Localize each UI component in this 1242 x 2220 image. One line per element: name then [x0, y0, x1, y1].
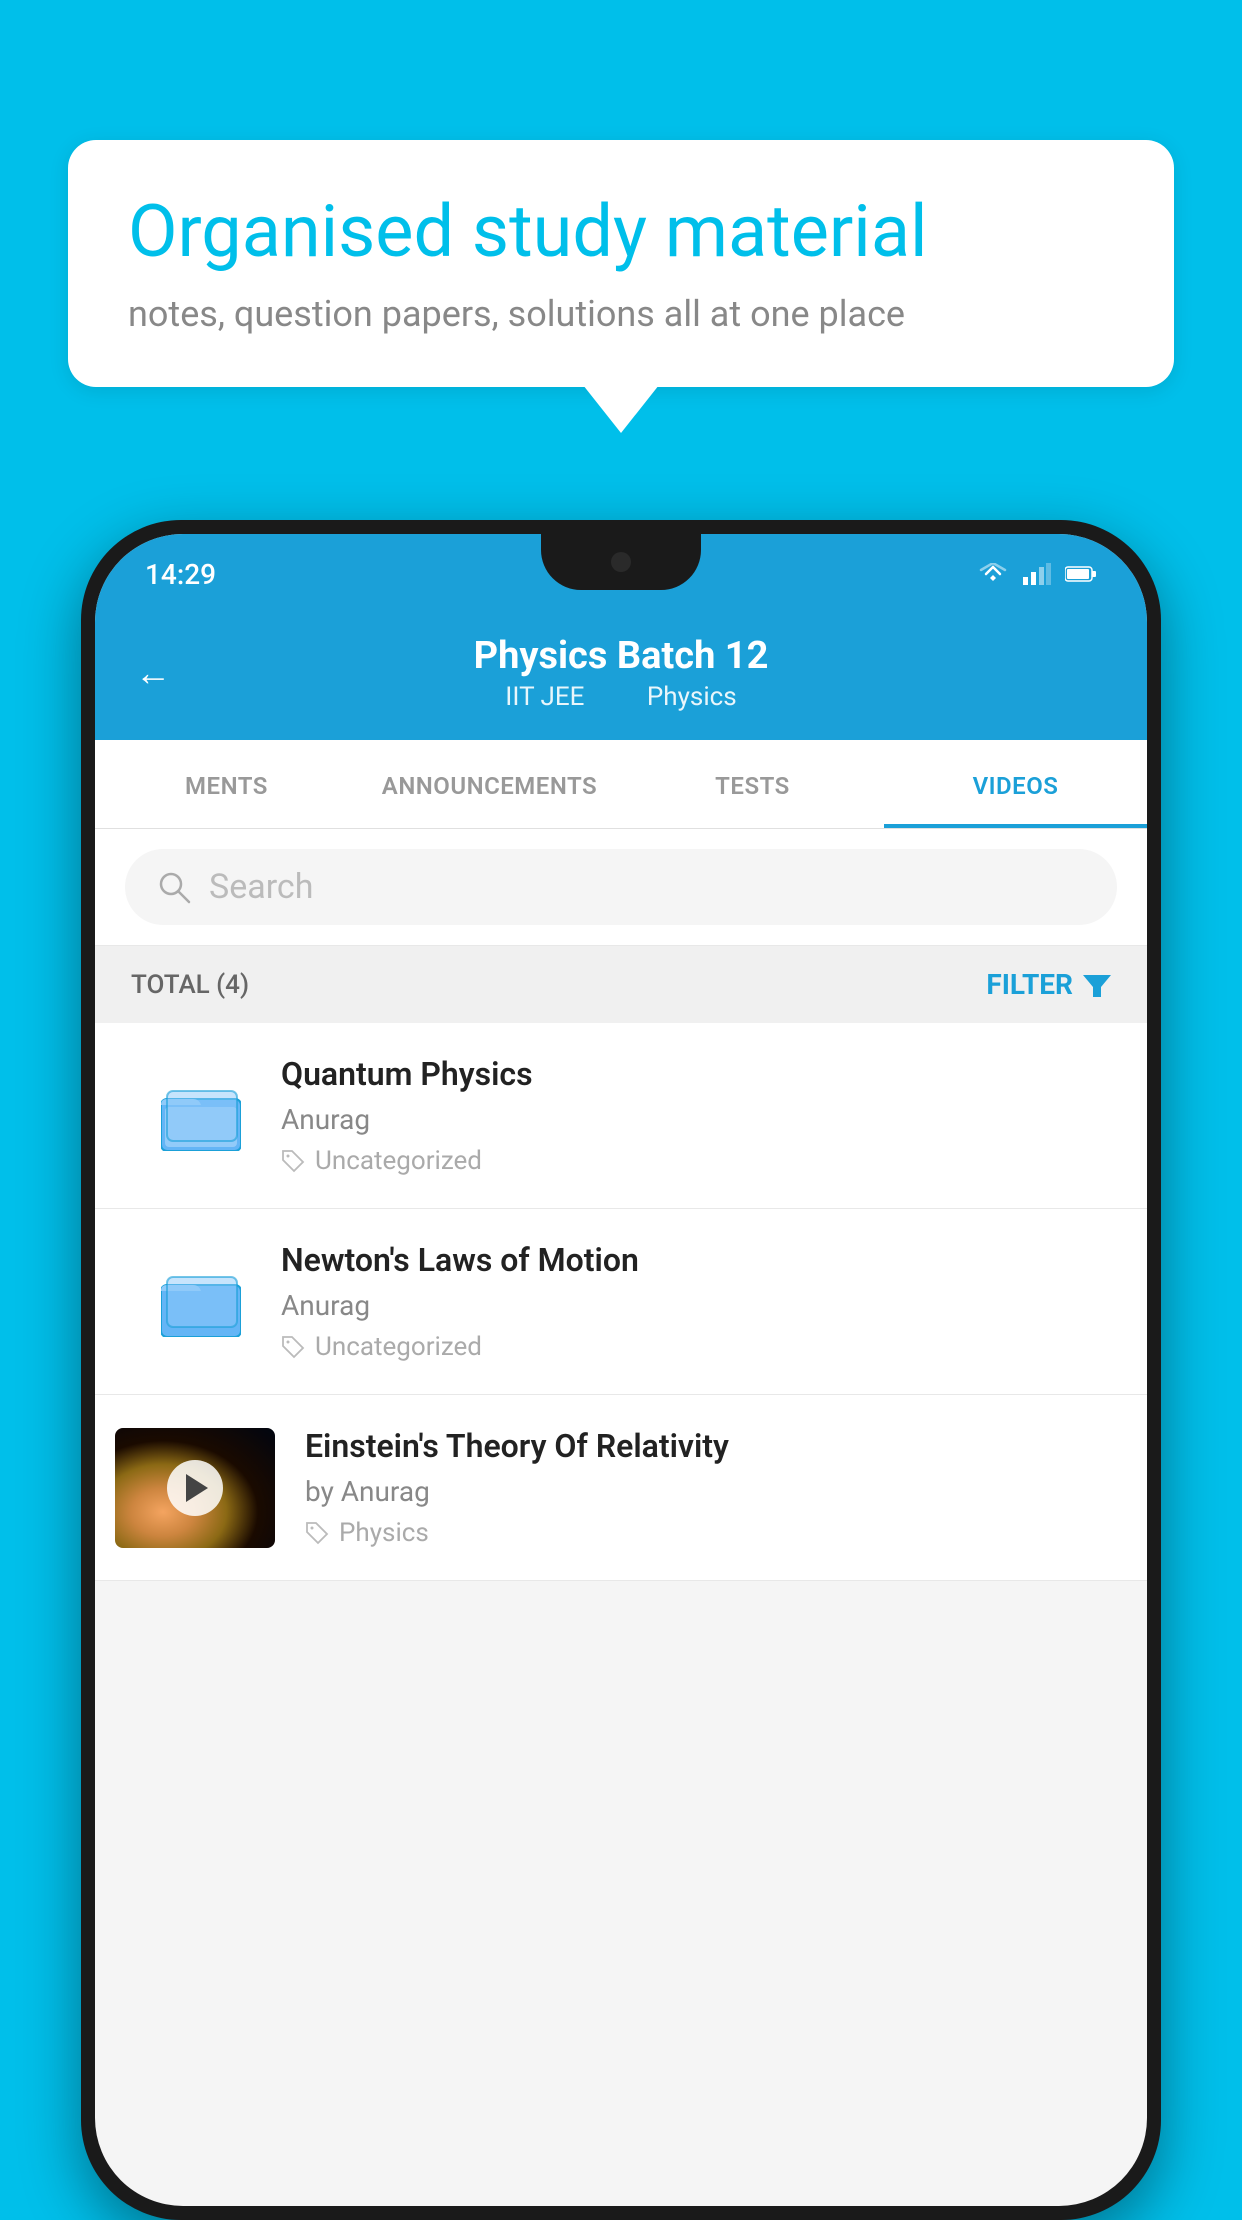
video-info: Einstein's Theory Of Relativity by Anura… — [305, 1427, 1111, 1548]
phone-frame: 14:29 — [81, 520, 1161, 2220]
list-item[interactable]: Einstein's Theory Of Relativity by Anura… — [95, 1395, 1147, 1581]
video-list: Quantum Physics Anurag Uncategorized — [95, 1023, 1147, 1581]
header-subtitle-right: Physics — [647, 682, 737, 712]
notch — [541, 534, 701, 590]
video-info: Newton's Laws of Motion Anurag Uncategor… — [281, 1241, 1111, 1362]
folder-icon — [161, 1267, 241, 1337]
status-time: 14:29 — [145, 558, 216, 591]
search-placeholder: Search — [209, 867, 313, 907]
search-icon — [157, 870, 191, 904]
filter-bar: TOTAL (4) FILTER — [95, 946, 1147, 1023]
tab-ments[interactable]: MENTS — [95, 740, 358, 828]
speech-bubble: Organised study material notes, question… — [68, 140, 1174, 387]
speech-bubble-container: Organised study material notes, question… — [68, 140, 1174, 387]
video-title: Einstein's Theory Of Relativity — [305, 1427, 1111, 1465]
filter-button[interactable]: FILTER — [986, 968, 1111, 1001]
tabs-bar: MENTS ANNOUNCEMENTS TESTS VIDEOS — [95, 740, 1147, 829]
video-author: Anurag — [281, 1289, 1111, 1322]
phone-screen: 14:29 — [95, 534, 1147, 2206]
search-container: Search — [95, 829, 1147, 946]
tab-tests[interactable]: TESTS — [621, 740, 884, 828]
video-author: Anurag — [281, 1103, 1111, 1136]
video-author: by Anurag — [305, 1475, 1111, 1508]
video-title: Newton's Laws of Motion — [281, 1241, 1111, 1279]
video-info: Quantum Physics Anurag Uncategorized — [281, 1055, 1111, 1176]
status-bar: 14:29 — [95, 534, 1147, 614]
back-button[interactable]: ← — [135, 652, 171, 694]
total-count-label: TOTAL (4) — [131, 970, 249, 1000]
list-item[interactable]: Quantum Physics Anurag Uncategorized — [95, 1023, 1147, 1209]
bubble-title: Organised study material — [128, 192, 1114, 271]
list-item[interactable]: Newton's Laws of Motion Anurag Uncategor… — [95, 1209, 1147, 1395]
filter-icon — [1083, 971, 1111, 999]
wifi-icon — [977, 563, 1009, 585]
camera — [611, 552, 631, 572]
tag-icon — [305, 1521, 329, 1545]
video-tag: Physics — [305, 1518, 1111, 1548]
folder-icon — [161, 1081, 241, 1151]
bubble-subtitle: notes, question papers, solutions all at… — [128, 293, 1114, 335]
battery-icon — [1065, 565, 1097, 583]
folder-icon-container — [151, 1252, 251, 1352]
header-title: Physics Batch 12 — [474, 634, 769, 678]
play-button-overlay[interactable] — [115, 1428, 275, 1548]
search-bar[interactable]: Search — [125, 849, 1117, 925]
video-title: Quantum Physics — [281, 1055, 1111, 1093]
header-subtitle: IIT JEE Physics — [474, 682, 769, 712]
signal-icon — [1023, 563, 1051, 585]
tab-videos[interactable]: VIDEOS — [884, 740, 1147, 828]
status-icons — [977, 563, 1097, 585]
play-circle — [167, 1460, 223, 1516]
tag-icon — [281, 1149, 305, 1173]
video-tag: Uncategorized — [281, 1332, 1111, 1362]
tag-icon — [281, 1335, 305, 1359]
tab-announcements[interactable]: ANNOUNCEMENTS — [358, 740, 621, 828]
app-header: ← Physics Batch 12 IIT JEE Physics — [95, 614, 1147, 740]
video-thumbnail — [115, 1428, 275, 1548]
header-subtitle-left: IIT JEE — [505, 682, 584, 712]
folder-icon-container — [151, 1066, 251, 1166]
header-title-group: Physics Batch 12 IIT JEE Physics — [474, 634, 769, 712]
video-tag: Uncategorized — [281, 1146, 1111, 1176]
play-triangle — [186, 1474, 208, 1502]
